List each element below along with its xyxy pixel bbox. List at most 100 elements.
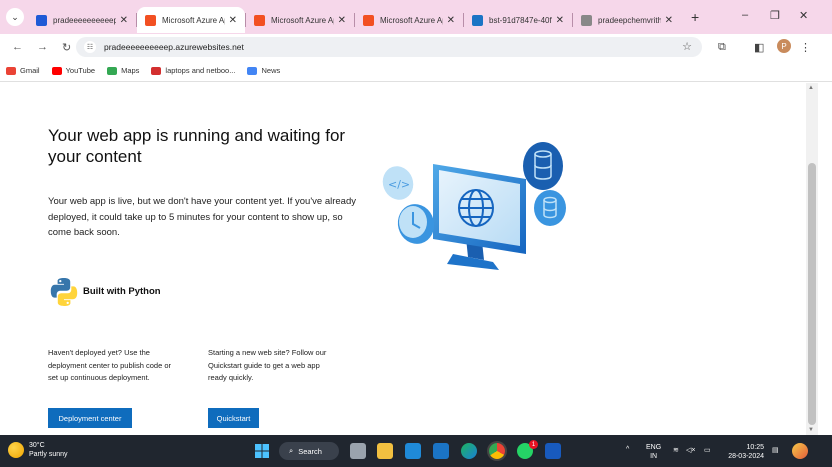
extensions-icon[interactable]: ⧉ (718, 41, 726, 54)
window-edge (818, 83, 832, 435)
bookmarks-bar: Gmail YouTube Maps laptops and netboo... New… (0, 60, 832, 82)
close-tab-icon[interactable]: ✕ (447, 15, 455, 26)
browser-toolbar: ← → ↻ ☷ pradeeeeeeeeeep.azurewebsites.ne… (0, 34, 832, 60)
copilot-icon[interactable] (792, 443, 808, 459)
bookmark-item[interactable]: News (247, 66, 280, 75)
bookmark-favicon-icon (151, 66, 162, 75)
bookmark-item[interactable]: Maps (107, 66, 139, 75)
address-bar[interactable]: ☷ pradeeeeeeeeeep.azurewebsites.net ☆ (76, 37, 702, 57)
built-with-label: Built with Python (83, 286, 161, 297)
minimize-button[interactable]: – (742, 9, 748, 21)
page-description: Your web app is live, but we don't have … (48, 196, 356, 238)
side-panel-icon[interactable]: ◧ (754, 41, 764, 54)
tab-title: bst-91d7847e-40f (489, 15, 552, 25)
bookmark-favicon-icon (6, 66, 16, 75)
bookmark-favicon-icon (247, 66, 258, 75)
store-icon[interactable] (433, 443, 449, 459)
bookmark-label: YouTube (65, 66, 96, 75)
edge-icon[interactable] (461, 443, 477, 459)
database-bubble-icon (523, 142, 566, 226)
browser-tab[interactable]: pradeeeeeeeeeep ✕ (28, 7, 136, 33)
page-scrollbar[interactable]: ▲ ▼ (806, 83, 818, 435)
partly-sunny-icon (8, 442, 24, 458)
deploy-help-text: Haven't deployed yet? Use the deployment… (48, 348, 171, 382)
tab-title: Microsoft Azure Ap (162, 15, 225, 25)
close-tab-icon[interactable]: ✕ (556, 15, 564, 26)
mail-icon[interactable] (405, 443, 421, 459)
microsoft-logo-icon (363, 14, 374, 26)
azure-a-icon (36, 14, 47, 26)
back-icon[interactable]: ← (12, 41, 23, 53)
start-icon[interactable] (254, 443, 270, 459)
bookmark-label: Maps (121, 66, 140, 75)
web-page: Your web app is running and waiting for … (0, 83, 818, 435)
date-text: 28-03-2024 (728, 453, 764, 460)
browser-tab[interactable]: bst-91d7847e-40f ✕ (464, 7, 572, 33)
close-tab-icon[interactable]: ✕ (338, 15, 346, 26)
tab-title: Microsoft Azure Ap (380, 15, 443, 25)
scroll-up-icon[interactable]: ▲ (808, 85, 814, 91)
bookmark-label: laptops and netboo... (165, 66, 236, 75)
kudu-icon (472, 14, 483, 26)
svg-text:</>: </> (388, 178, 410, 191)
bookmark-label: News (261, 66, 281, 75)
quickstart-button[interactable]: Quickstart (208, 408, 259, 428)
bookmark-item[interactable]: Gmail (6, 66, 40, 75)
site-info-icon[interactable]: ☷ (84, 41, 96, 53)
notifications-icon[interactable]: ▤ (772, 446, 779, 454)
url-text[interactable]: pradeeeeeeeeeep.azurewebsites.net (104, 42, 244, 52)
weather-widget[interactable]: 30°C Partly sunny (8, 441, 68, 459)
bookmark-item[interactable]: YouTube (51, 66, 96, 75)
close-tab-icon[interactable]: ✕ (229, 15, 237, 26)
task-view-icon[interactable] (350, 443, 366, 459)
tab-title: Microsoft Azure Ap (271, 15, 334, 25)
code-bubble-icon: </> (382, 166, 414, 200)
bookmark-item[interactable]: laptops and netboo... (151, 66, 235, 75)
battery-icon[interactable]: ▭ (704, 446, 711, 454)
close-window-button[interactable]: ✕ (799, 9, 808, 22)
show-hidden-icons[interactable]: ^ (626, 446, 629, 453)
notification-badge: 1 (529, 440, 538, 449)
forward-icon[interactable]: → (37, 41, 48, 53)
page-title: Your web app is running and waiting for … (48, 126, 346, 166)
clock[interactable]: 10:25 28-03-2024 (722, 443, 764, 461)
browser-tab[interactable]: Microsoft Azure Ap ✕ (137, 7, 245, 33)
time-text: 10:25 (746, 444, 764, 451)
tab-search-button[interactable]: ⌄ (6, 8, 24, 26)
language-indicator[interactable]: ENG IN (646, 443, 661, 461)
tab-title: pradeeeeeeeeeep (53, 15, 116, 25)
bookmark-favicon-icon (51, 66, 62, 75)
browser-tab[interactable]: pradeepchemvrithi ✕ (573, 7, 681, 33)
weather-text: Partly sunny (29, 451, 68, 458)
browser-tab[interactable]: Microsoft Azure Ap ✕ (355, 7, 463, 33)
menu-icon[interactable]: ⋮ (800, 41, 811, 54)
language-text: ENG (646, 444, 662, 451)
temperature-text: 30°C (29, 442, 45, 449)
browser-tab[interactable]: Microsoft Azure Ap ✕ (246, 7, 354, 33)
new-tab-button[interactable]: + (691, 9, 699, 25)
deployment-center-button[interactable]: Deployment center (48, 408, 132, 428)
tab-title: pradeepchemvrithi (598, 15, 661, 25)
bookmark-favicon-icon (107, 66, 118, 75)
chrome-icon[interactable] (489, 443, 505, 459)
profile-avatar[interactable]: P (777, 39, 791, 53)
python-logo-icon (50, 278, 78, 306)
windows-taskbar: 30°C Partly sunny ⌕ Search 1 ^ ENG IN ≋ … (0, 435, 832, 467)
tab-strip: ⌄ pradeeeeeeeeeep ✕ Microsoft Azure Ap ✕ Mic… (0, 0, 832, 34)
bookmark-star-icon[interactable]: ☆ (682, 40, 692, 53)
scroll-thumb[interactable] (808, 163, 816, 425)
bookmark-label: Gmail (20, 66, 40, 75)
reload-icon[interactable]: ↻ (62, 41, 71, 54)
scroll-down-icon[interactable]: ▼ (808, 427, 814, 433)
close-tab-icon[interactable]: ✕ (120, 15, 128, 26)
close-tab-icon[interactable]: ✕ (665, 15, 673, 26)
word-icon[interactable] (545, 443, 561, 459)
maximize-button[interactable]: ❐ (770, 9, 780, 22)
microsoft-logo-icon (254, 14, 265, 26)
region-text: IN (650, 453, 658, 460)
taskbar-search[interactable]: ⌕ Search (279, 442, 339, 460)
volume-icon[interactable]: ◁× (686, 446, 695, 454)
search-label: Search (298, 446, 322, 456)
wifi-icon[interactable]: ≋ (673, 446, 679, 454)
file-explorer-icon[interactable] (377, 443, 393, 459)
